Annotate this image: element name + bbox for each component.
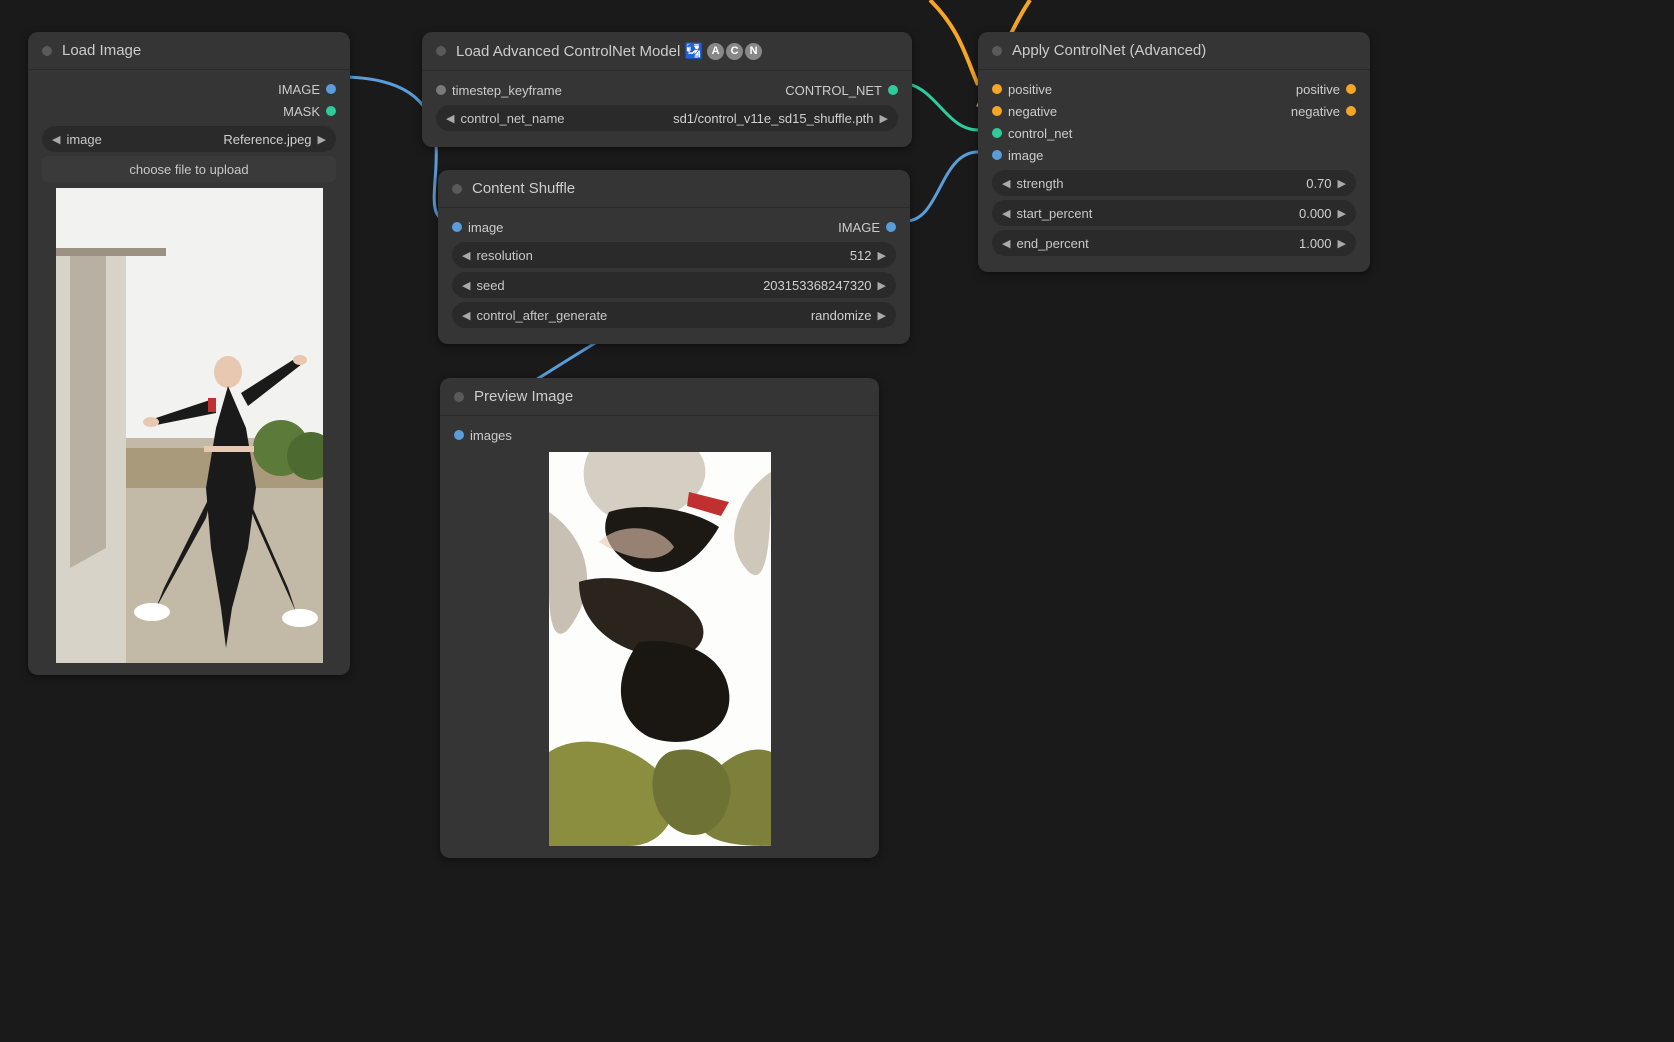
chevron-right-icon[interactable]: ▶ <box>878 249 886 262</box>
chevron-right-icon[interactable]: ▶ <box>878 309 886 322</box>
widget-label: control_after_generate <box>476 308 607 323</box>
input-label: timestep_keyframe <box>452 83 562 98</box>
collapse-dot-icon[interactable] <box>454 392 464 402</box>
node-header[interactable]: Content Shuffle <box>438 170 910 208</box>
badge-c-icon: C <box>726 43 743 60</box>
upload-button[interactable]: choose file to upload <box>42 156 336 182</box>
badge-n-icon: N <box>745 43 762 60</box>
output-port-image[interactable] <box>326 84 336 94</box>
chevron-left-icon[interactable]: ◀ <box>52 133 60 146</box>
output-label: CONTROL_NET <box>785 83 882 98</box>
image-preview <box>56 188 323 663</box>
output-port-positive[interactable] <box>1346 84 1356 94</box>
output-label: MASK <box>283 104 320 119</box>
node-header[interactable]: Preview Image <box>440 378 879 416</box>
collapse-dot-icon[interactable] <box>436 46 446 56</box>
widget-label: seed <box>476 278 504 293</box>
start-percent-widget[interactable]: ◀ start_percent 0.000 ▶ <box>992 200 1356 226</box>
output-port-image[interactable] <box>886 222 896 232</box>
chevron-left-icon[interactable]: ◀ <box>446 112 454 125</box>
widget-value: 203153368247320 <box>763 278 871 293</box>
node-header[interactable]: Apply ControlNet (Advanced) <box>978 32 1370 70</box>
chevron-right-icon[interactable]: ▶ <box>1338 237 1346 250</box>
widget-value: 0.000 <box>1299 206 1332 221</box>
widget-value: sd1/control_v11e_sd15_shuffle.pth <box>673 111 873 126</box>
node-preview-image[interactable]: Preview Image images <box>440 378 879 858</box>
node-load-image[interactable]: Load Image IMAGE MASK ◀ image Reference.… <box>28 32 350 675</box>
node-title: Content Shuffle <box>472 180 575 197</box>
widget-label: resolution <box>476 248 532 263</box>
control-after-generate-widget[interactable]: ◀ control_after_generate randomize ▶ <box>452 302 896 328</box>
node-title: Apply ControlNet (Advanced) <box>1012 42 1206 59</box>
output-port-negative[interactable] <box>1346 106 1356 116</box>
widget-value: 512 <box>850 248 872 263</box>
collapse-dot-icon[interactable] <box>452 184 462 194</box>
node-content-shuffle[interactable]: Content Shuffle image IMAGE ◀ resolution… <box>438 170 910 344</box>
collapse-dot-icon[interactable] <box>992 46 1002 56</box>
image-preview <box>549 452 771 846</box>
output-label: positive <box>1296 82 1340 97</box>
input-port-control-net[interactable] <box>992 128 1002 138</box>
output-port-mask[interactable] <box>326 106 336 116</box>
node-header[interactable]: Load Advanced ControlNet Model 🛂 A C N <box>422 32 912 71</box>
widget-label: image <box>66 132 101 147</box>
chevron-left-icon[interactable]: ◀ <box>462 249 470 262</box>
output-label: IMAGE <box>278 82 320 97</box>
input-port-timestep-keyframe[interactable] <box>436 85 446 95</box>
input-label: control_net <box>1008 126 1072 141</box>
node-load-controlnet[interactable]: Load Advanced ControlNet Model 🛂 A C N t… <box>422 32 912 147</box>
image-select-widget[interactable]: ◀ image Reference.jpeg ▶ <box>42 126 336 152</box>
chevron-right-icon[interactable]: ▶ <box>878 279 886 292</box>
input-port-image[interactable] <box>992 150 1002 160</box>
chevron-right-icon[interactable]: ▶ <box>880 112 888 125</box>
input-label: negative <box>1008 104 1057 119</box>
node-title: Load Advanced ControlNet Model 🛂 <box>456 42 703 60</box>
chevron-left-icon[interactable]: ◀ <box>462 279 470 292</box>
output-label: negative <box>1291 104 1340 119</box>
input-port-images[interactable] <box>454 430 464 440</box>
input-port-image[interactable] <box>452 222 462 232</box>
widget-value: 1.000 <box>1299 236 1332 251</box>
strength-widget[interactable]: ◀ strength 0.70 ▶ <box>992 170 1356 196</box>
node-title: Preview Image <box>474 388 573 405</box>
input-port-negative[interactable] <box>992 106 1002 116</box>
widget-value: randomize <box>811 308 872 323</box>
chevron-right-icon[interactable]: ▶ <box>318 133 326 146</box>
node-title: Load Image <box>62 42 141 59</box>
input-label: image <box>1008 148 1043 163</box>
chevron-left-icon[interactable]: ◀ <box>462 309 470 322</box>
input-label: images <box>470 428 512 443</box>
chevron-left-icon[interactable]: ◀ <box>1002 237 1010 250</box>
input-port-positive[interactable] <box>992 84 1002 94</box>
chevron-left-icon[interactable]: ◀ <box>1002 207 1010 220</box>
input-label: image <box>468 220 503 235</box>
widget-label: strength <box>1016 176 1063 191</box>
chevron-right-icon[interactable]: ▶ <box>1338 207 1346 220</box>
input-label: positive <box>1008 82 1052 97</box>
output-label: IMAGE <box>838 220 880 235</box>
chevron-left-icon[interactable]: ◀ <box>1002 177 1010 190</box>
widget-value: Reference.jpeg <box>223 132 311 147</box>
badge-a-icon: A <box>707 43 724 60</box>
seed-widget[interactable]: ◀ seed 203153368247320 ▶ <box>452 272 896 298</box>
collapse-dot-icon[interactable] <box>42 46 52 56</box>
widget-label: start_percent <box>1016 206 1092 221</box>
node-header[interactable]: Load Image <box>28 32 350 70</box>
controlnet-name-widget[interactable]: ◀ control_net_name sd1/control_v11e_sd15… <box>436 105 898 131</box>
output-port-control-net[interactable] <box>888 85 898 95</box>
widget-label: control_net_name <box>460 111 564 126</box>
button-label: choose file to upload <box>129 162 248 177</box>
widget-value: 0.70 <box>1306 176 1331 191</box>
chevron-right-icon[interactable]: ▶ <box>1338 177 1346 190</box>
widget-label: end_percent <box>1016 236 1088 251</box>
node-apply-controlnet[interactable]: Apply ControlNet (Advanced) positive pos… <box>978 32 1370 272</box>
end-percent-widget[interactable]: ◀ end_percent 1.000 ▶ <box>992 230 1356 256</box>
resolution-widget[interactable]: ◀ resolution 512 ▶ <box>452 242 896 268</box>
